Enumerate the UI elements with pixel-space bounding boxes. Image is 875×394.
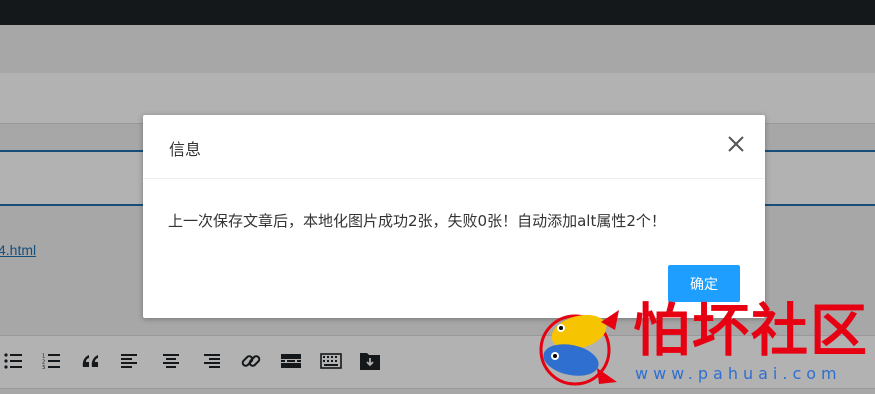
watermark: 怕坏社区 www.pahuai.com [527,296,867,394]
info-dialog: 信息 上一次保存文章后，本地化图片成功2张，失败0张！自动添加alt属性2个！ … [143,115,765,318]
close-icon[interactable] [727,135,745,153]
dialog-divider [143,178,765,179]
dialog-title: 信息 [169,140,202,159]
fish-logo-icon [539,310,619,386]
watermark-text: 怕坏社区 [633,298,869,364]
dialog-message: 上一次保存文章后，本地化图片成功2张，失败0张！自动添加alt属性2个！ [168,212,666,230]
watermark-url: www.pahuai.com [635,364,842,383]
